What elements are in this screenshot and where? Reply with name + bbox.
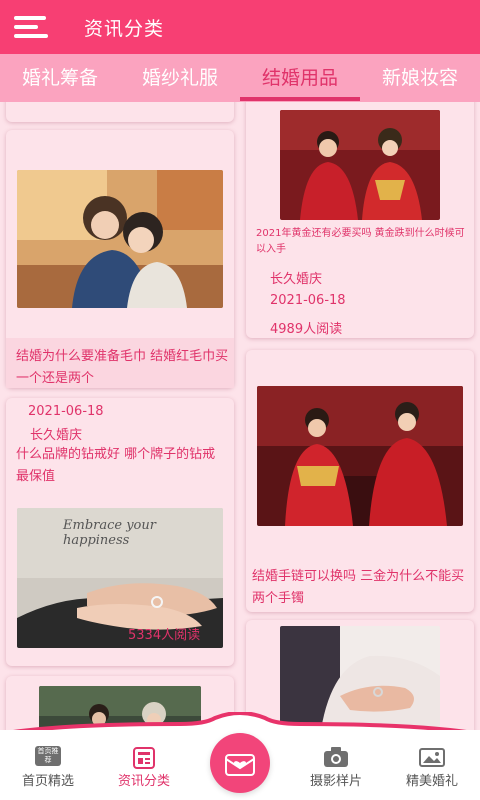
nav-label: 首页精选 — [21, 774, 74, 789]
nav-photo-samples[interactable]: 摄影样片 — [288, 730, 384, 800]
category-tabs: 婚礼筹备 婚纱礼服 结婚用品 新娘妆容 — [0, 54, 480, 102]
nav-label: 摄影样片 — [309, 774, 362, 789]
camera-icon — [323, 746, 349, 772]
tab-wedding-supplies[interactable]: 结婚用品 — [240, 54, 360, 102]
article-card[interactable]: 2021-06-18 长久婚庆 什么品牌的钻戒好 哪个牌子的钻戒最保值 Embr… — [6, 398, 234, 666]
page-title: 资讯分类 — [84, 18, 165, 40]
nav-home-featured[interactable]: 首页推荐 首页精选 — [0, 730, 96, 800]
article-date: 2021-06-18 — [28, 404, 104, 419]
article-read-count: 4989人阅读 — [270, 322, 343, 337]
article-thumbnail — [280, 110, 440, 220]
tab-wedding-dress[interactable]: 婚纱礼服 — [120, 54, 240, 102]
article-source: 长久婚庆 — [30, 428, 83, 443]
hamburger-menu-icon[interactable] — [14, 14, 50, 40]
article-title: 什么品牌的钻戒好 哪个牌子的钻戒最保值 — [16, 447, 216, 484]
article-card[interactable] — [6, 102, 234, 122]
tab-wedding-prep[interactable]: 婚礼筹备 — [0, 54, 120, 102]
app-header: 资讯分类 — [0, 0, 480, 54]
home-icon-text: 首页推荐 — [37, 747, 59, 764]
article-thumbnail — [257, 386, 463, 526]
article-read-count: 5334人阅读 — [128, 628, 201, 643]
photo-album-icon — [419, 746, 445, 772]
tab-bridal-makeup[interactable]: 新娘妆容 — [360, 54, 480, 102]
thumbnail-script-text: Embrace your happiness — [63, 518, 156, 548]
article-source: 长久婚庆 — [270, 272, 323, 287]
nav-beautiful-weddings[interactable]: 精美婚礼 — [384, 730, 480, 800]
article-card[interactable]: 结婚为什么要准备毛巾 结婚红毛巾买一个还是两个 — [6, 130, 234, 388]
article-card[interactable]: 结婚手链可以换吗 三金为什么不能买两个手镯 — [246, 350, 474, 612]
active-tab-indicator — [240, 97, 360, 101]
article-title: 结婚为什么要准备毛巾 结婚红毛巾买一个还是两个 — [16, 349, 229, 386]
nav-label: 资讯分类 — [117, 774, 170, 789]
article-thumbnail — [17, 170, 223, 308]
article-date: 2021-06-18 — [270, 293, 346, 308]
nav-news-category[interactable]: 资讯分类 — [96, 730, 192, 800]
nav-label: 精美婚礼 — [405, 774, 458, 789]
article-title: 结婚手链可以换吗 三金为什么不能买两个手镯 — [252, 569, 465, 606]
article-title: 2021年黄金还有必要买吗 黄金跌到什么时候可以入手 — [256, 228, 465, 255]
home-recommend-icon: 首页推荐 — [35, 746, 61, 766]
article-card[interactable]: 2021年黄金还有必要买吗 黄金跌到什么时候可以入手 长久婚庆 2021-06-… — [246, 102, 474, 338]
article-feed[interactable]: 结婚为什么要准备毛巾 结婚红毛巾买一个还是两个 2021-06-18 长久婚庆 … — [0, 102, 480, 730]
envelope-heart-icon — [225, 754, 255, 776]
envelope-heart-button[interactable] — [210, 733, 270, 793]
